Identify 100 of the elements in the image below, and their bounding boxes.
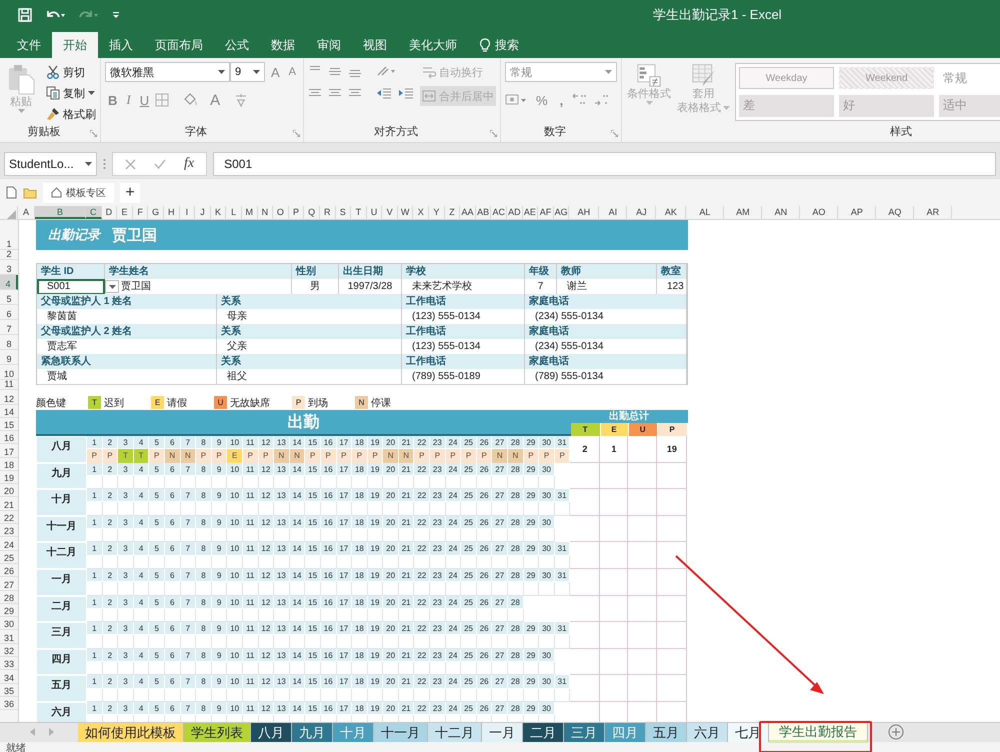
painter-button[interactable]: 格式刷	[44, 104, 98, 124]
row-header[interactable]: 31	[0, 630, 18, 644]
ribbon-tab[interactable]: 插入	[98, 32, 144, 58]
insert-function-button[interactable]: fx	[184, 156, 194, 172]
column-header[interactable]: G	[148, 206, 164, 219]
attendance-cell[interactable]	[554, 635, 570, 649]
column-header[interactable]: AC	[491, 206, 508, 219]
attendance-mark[interactable]: P	[368, 449, 384, 463]
cancel-icon[interactable]	[125, 158, 136, 170]
checkmark-icon[interactable]	[154, 159, 166, 169]
row-header[interactable]: 25	[0, 550, 18, 564]
sheet-tab[interactable]: 学生列表	[184, 723, 251, 742]
row-header[interactable]: 26	[0, 564, 18, 578]
attendance-mark[interactable]: N	[492, 449, 508, 463]
row-header[interactable]: 16	[0, 431, 18, 444]
attendance-cell[interactable]	[554, 502, 570, 516]
row-header[interactable]: 22	[0, 510, 18, 524]
column-header[interactable]: F	[132, 206, 148, 219]
row-header[interactable]: 18	[0, 458, 18, 471]
column-header[interactable]: P	[288, 206, 304, 219]
ribbon-tab[interactable]: 美化大师	[398, 32, 468, 58]
currency-icon[interactable]	[505, 93, 528, 107]
row-header[interactable]: 7	[0, 320, 18, 335]
row-header[interactable]: 8	[0, 335, 18, 350]
attendance-mark[interactable]: P	[430, 449, 446, 463]
ribbon-tab[interactable]: 视图	[352, 32, 398, 58]
row-header[interactable]: 20	[0, 484, 18, 498]
attendance-cell[interactable]	[554, 688, 570, 702]
column-header[interactable]: AK	[656, 206, 686, 219]
name-box[interactable]: StudentLo...	[4, 152, 97, 176]
table-cell[interactable]: S001	[37, 279, 105, 295]
ribbon-tab[interactable]: 公式	[214, 32, 260, 58]
ribbon-tab[interactable]: 页面布局	[144, 32, 214, 58]
sheet-tab[interactable]: 八月	[251, 723, 292, 742]
attendance-mark[interactable]: P	[336, 449, 352, 463]
row-header[interactable]: 2	[0, 250, 18, 260]
attendance-mark[interactable]: N	[164, 449, 181, 463]
font-name-field[interactable]: 微软雅黑	[105, 62, 230, 82]
column-header[interactable]: AP	[838, 206, 876, 219]
row-header[interactable]: 36	[0, 696, 18, 710]
dialog-launcher-icon[interactable]	[90, 130, 97, 137]
row-header[interactable]: 14	[0, 405, 18, 418]
dialog-launcher-icon[interactable]	[293, 130, 300, 137]
border-icon[interactable]	[155, 93, 170, 107]
attendance-mark[interactable]: N	[508, 449, 524, 463]
row-header[interactable]: 1	[0, 220, 18, 250]
attendance-mark[interactable]: P	[87, 449, 103, 463]
attendance-mark[interactable]: P	[461, 449, 477, 463]
attendance-cell[interactable]	[539, 582, 555, 596]
row-header[interactable]: 30	[0, 617, 18, 630]
ribbon-tab[interactable]: 开始	[52, 32, 98, 58]
row-header[interactable]: 28	[0, 590, 18, 604]
previous-sheet-icon[interactable]	[30, 728, 35, 736]
column-header[interactable]: AF	[538, 206, 554, 219]
sheet-tab[interactable]: 六月	[687, 723, 728, 742]
row-header[interactable]: 9	[0, 350, 18, 365]
column-header[interactable]: H	[164, 206, 180, 219]
column-header[interactable]: R	[320, 206, 336, 219]
column-header[interactable]: D	[102, 206, 118, 219]
attendance-mark[interactable]: P	[352, 449, 368, 463]
folder-icon[interactable]	[23, 186, 37, 198]
column-header[interactable]: AN	[762, 206, 800, 219]
attendance-mark[interactable]: P	[305, 449, 321, 463]
align-center-icon[interactable]	[328, 87, 342, 99]
row-header[interactable]: 11	[0, 380, 18, 390]
decrease-indent-icon[interactable]	[376, 87, 392, 99]
row-header[interactable]: 29	[0, 604, 18, 618]
attendance-mark[interactable]: P	[446, 449, 462, 463]
template-tab[interactable]: 模板专区	[43, 182, 114, 202]
row-header[interactable]: 5	[0, 290, 18, 305]
column-header[interactable]: S	[336, 206, 352, 219]
dropdown-button[interactable]	[105, 280, 119, 293]
column-header[interactable]: J	[195, 206, 211, 219]
align-left-icon[interactable]	[308, 87, 322, 99]
sheet-tab[interactable]: 二月	[523, 723, 564, 742]
sheet-tab[interactable]: 七月	[728, 723, 769, 742]
row-header[interactable]: 32	[0, 644, 18, 658]
column-header[interactable]: W	[398, 206, 414, 219]
copy-button[interactable]: 复制	[44, 83, 98, 103]
attendance-mark[interactable]: P	[102, 449, 118, 463]
formula-field[interactable]: S001	[213, 152, 996, 176]
row-header[interactable]: 12	[0, 390, 18, 405]
row-header[interactable]: 4	[0, 275, 18, 290]
attendance-mark[interactable]: P	[196, 449, 212, 463]
attendance-mark[interactable]: N	[180, 449, 196, 463]
column-header[interactable]: AL	[686, 206, 724, 219]
column-header[interactable]: C	[86, 206, 102, 219]
sheet-tab[interactable]: 十二月	[428, 723, 482, 742]
row-header[interactable]: 19	[0, 470, 18, 484]
sheet-tab[interactable]: 十一月	[374, 723, 428, 742]
sheet-tab[interactable]: 三月	[564, 723, 605, 742]
row-header[interactable]: 35	[0, 684, 18, 697]
dialog-launcher-icon[interactable]	[611, 130, 618, 137]
row-header[interactable]: 6	[0, 305, 18, 320]
sheet-tab[interactable]: 五月	[646, 723, 687, 742]
column-header[interactable]: Z	[444, 206, 460, 219]
column-header[interactable]: Q	[304, 206, 320, 219]
column-header[interactable]: I	[180, 206, 196, 219]
ribbon-tab[interactable]: 审阅	[306, 32, 352, 58]
fill-bucket-icon[interactable]	[182, 93, 198, 107]
